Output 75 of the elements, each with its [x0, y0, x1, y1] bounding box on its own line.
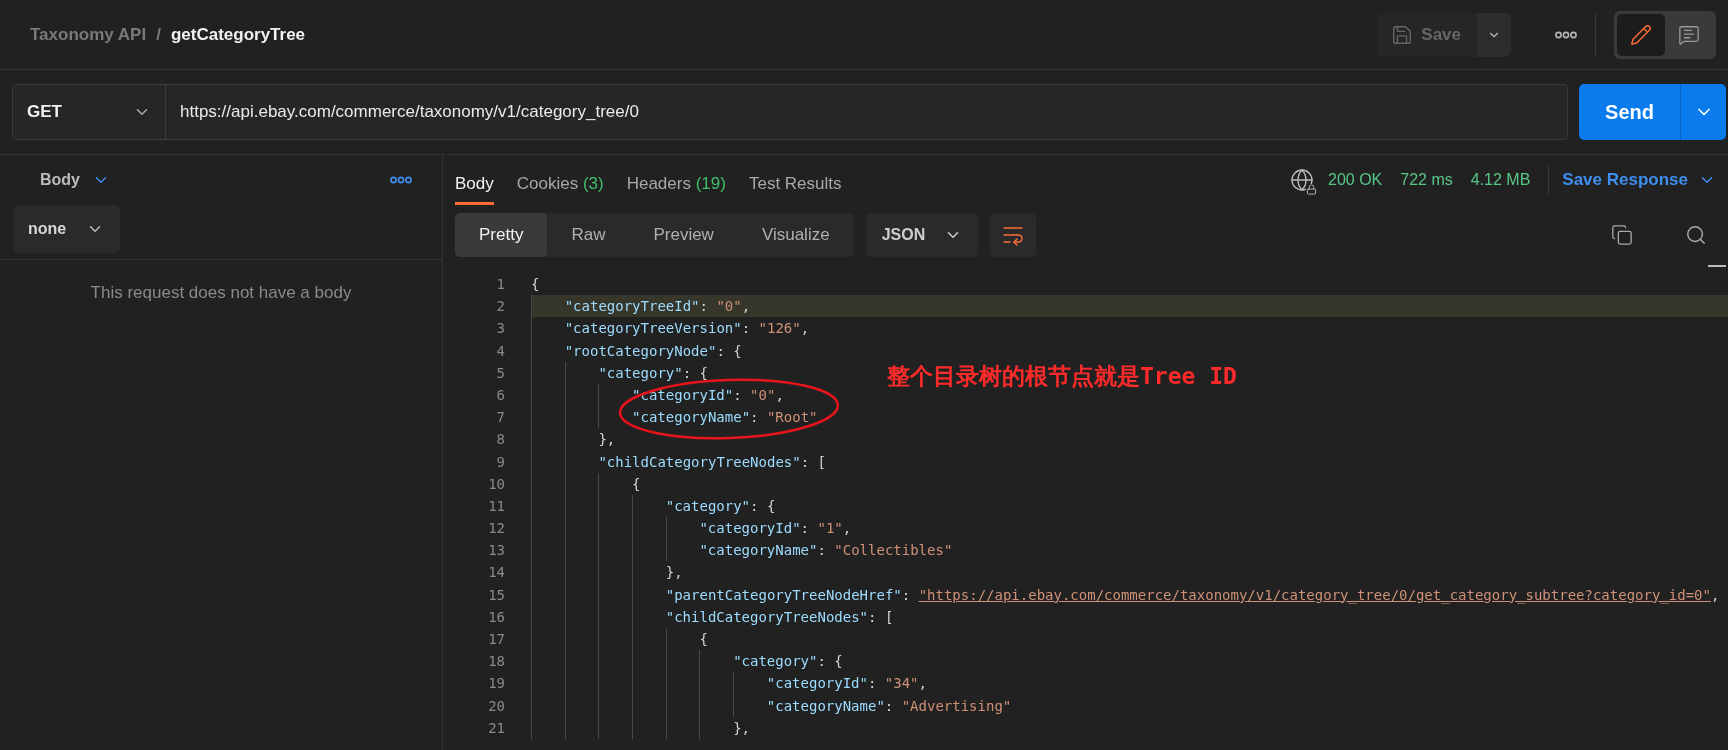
response-tab[interactable]: Cookies (3) [516, 155, 604, 205]
code-line: "category": { [531, 650, 843, 673]
line-number: 16 [487, 607, 505, 627]
line-number: 8 [495, 430, 505, 450]
code-line: { [531, 275, 540, 294]
globe-lock-icon[interactable] [1290, 168, 1314, 192]
url-link[interactable]: "https://api.ebay.com/commerce/taxonomy/v1/category_tree/0/get_category_subtree?category_id=0" [918, 583, 1711, 606]
code-line: "categoryName": "Collectibles" [531, 539, 953, 562]
language-dropdown[interactable]: JSON [865, 213, 978, 257]
line-number: 15 [487, 585, 505, 605]
line-number: 17 [487, 630, 505, 649]
line-number: 18 [487, 652, 505, 672]
empty-body-message: This request does not have a body [89, 283, 353, 303]
method-dropdown[interactable]: GET [12, 84, 166, 140]
status-code: 200 OK [1328, 171, 1383, 189]
code-line: "categoryId": "34", [531, 672, 927, 695]
code-line: { [531, 628, 708, 651]
code-line: "categoryTreeVersion": "126", [531, 317, 810, 340]
code-line: { [531, 472, 641, 495]
response-size: 4.12 MB [1470, 171, 1531, 189]
pencil-icon [1630, 23, 1652, 46]
code-line: "categoryId": "1", [531, 517, 852, 540]
comment-icon [1678, 23, 1700, 46]
code-line: "category": { [531, 361, 708, 384]
save-response-button[interactable]: Save Response [1548, 166, 1716, 194]
line-number: 4 [495, 341, 505, 361]
line-number: 19 [487, 674, 505, 694]
body-dropdown[interactable]: Body [28, 165, 122, 195]
breadcrumb-separator: / [156, 24, 161, 45]
format-tab[interactable]: Preview [629, 213, 738, 257]
line-number: 12 [487, 519, 505, 539]
line-number: 7 [495, 408, 505, 428]
line-number: 21 [487, 718, 505, 738]
line-number: 13 [487, 541, 505, 561]
response-tab[interactable]: Test Results [748, 155, 842, 205]
format-tab[interactable]: Raw [547, 213, 630, 257]
line-number: 10 [487, 474, 505, 494]
code-line: }, [531, 716, 750, 739]
format-tab[interactable]: Visualize [737, 213, 854, 257]
edit-view-button[interactable] [1617, 13, 1665, 56]
url-input[interactable]: https://api.ebay.com/commerce/taxonomy/v1/category_tree/0 [166, 84, 1568, 140]
code-line: "category": { [531, 494, 776, 518]
scrollbar-mark [1708, 265, 1726, 267]
code-line: "rootCategoryNode": { [531, 339, 742, 362]
response-tab[interactable]: Headers (19) [626, 155, 726, 205]
line-number: 1 [495, 275, 505, 294]
wrap-lines-button[interactable] [989, 213, 1036, 257]
line-number: 2 [495, 297, 505, 317]
code-line: "categoryName": "Advertising" [531, 694, 1012, 717]
body-mode-dropdown[interactable]: none [13, 205, 120, 253]
code-line: "categoryName": "Root" [531, 406, 818, 429]
search-icon [1685, 224, 1707, 246]
code-line: "categoryTreeId": "0", [531, 295, 751, 318]
code-line: "childCategoryTreeNodes": [ [531, 450, 826, 473]
response-time: 722 ms [1400, 171, 1453, 189]
line-number: 14 [487, 563, 505, 583]
format-tab[interactable]: Pretty [455, 213, 548, 257]
copy-icon [1611, 224, 1633, 246]
line-number: 5 [495, 363, 505, 383]
code-line: }, [531, 561, 683, 584]
line-number: 20 [487, 696, 505, 716]
send-button[interactable]: Send [1579, 84, 1680, 140]
line-number: 9 [495, 452, 505, 472]
code-line: "parentCategoryTreeNodeHref": "https://api.ebay.com/commerce/taxonomy/v1/category_tree/0/get_category_subtree?category_id=0", [531, 583, 1720, 606]
request-name: getCategoryTree [170, 24, 306, 45]
annotation-text: 整个目录树的根节点就是Tree ID [887, 362, 1237, 391]
code-line: "childCategoryTreeNodes": [ [531, 605, 894, 628]
response-tab[interactable]: Body [455, 155, 494, 205]
more-options-icon[interactable] [390, 176, 412, 184]
collection-name[interactable]: Taxonomy API [30, 24, 147, 45]
more-options-icon[interactable] [1555, 30, 1577, 39]
line-number: 11 [487, 496, 505, 516]
code-line: }, [531, 428, 616, 451]
line-number: 6 [495, 385, 505, 405]
line-number: 3 [495, 319, 505, 339]
